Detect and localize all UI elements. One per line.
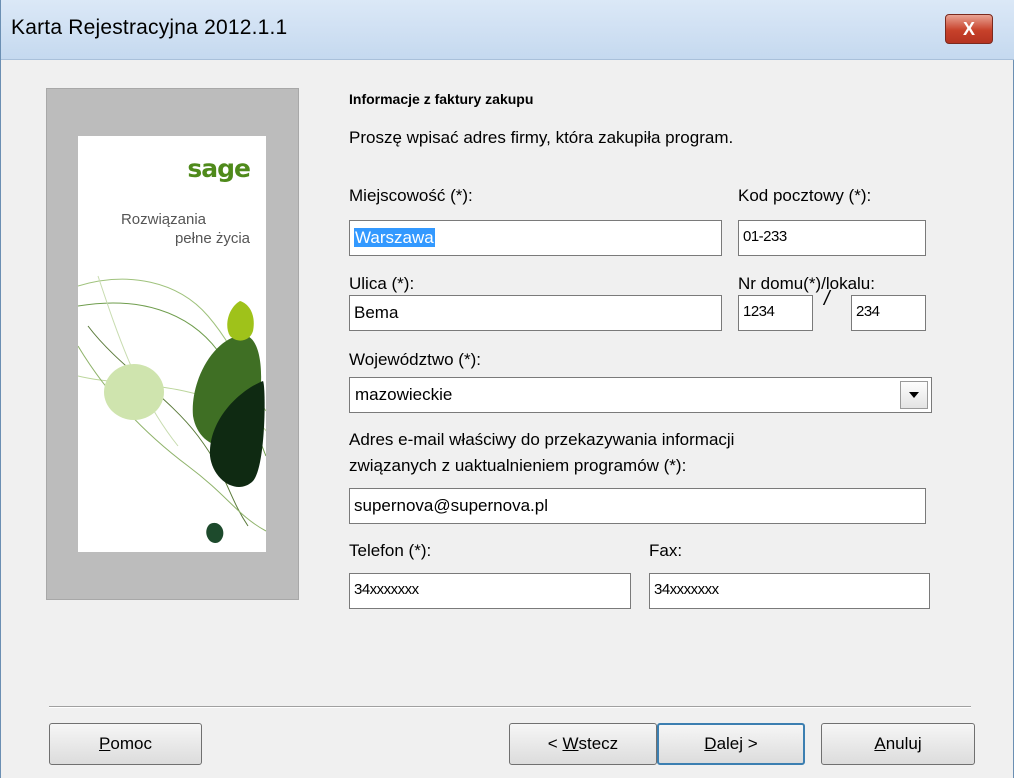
province-select[interactable]: mazowieckie <box>349 377 932 413</box>
decorative-leaves-art <box>78 275 266 544</box>
chevron-down-icon <box>909 392 919 398</box>
sage-banner: sage Rozwiązania pełne życia <box>78 136 266 552</box>
fax-field[interactable]: 34xxxxxxx <box>649 573 930 609</box>
next-mnemonic: D <box>704 734 717 753</box>
title-bar: Karta Rejestracyjna 2012.1.1 X <box>1 0 1014 60</box>
street-field[interactable]: Bema <box>349 295 722 331</box>
side-image-panel: sage Rozwiązania pełne życia <box>46 88 299 600</box>
house-number-field[interactable]: 1234 <box>738 295 813 331</box>
back-prefix: < <box>547 734 563 753</box>
registration-dialog: Karta Rejestracyjna 2012.1.1 X sage Rozw… <box>0 0 1014 778</box>
street-label: Ulica (*): <box>349 274 415 293</box>
flat-number-field[interactable]: 234 <box>851 295 926 331</box>
province-value: mazowieckie <box>355 385 453 404</box>
section-heading: Informacje z faktury zakupu <box>349 91 534 107</box>
tagline-line-1: Rozwiązania <box>120 211 206 228</box>
phone-label: Telefon (*): <box>349 541 432 560</box>
dropdown-button[interactable] <box>900 381 928 409</box>
close-button[interactable]: X <box>945 14 993 44</box>
section-description: Proszę wpisać adres firmy, która zakupił… <box>349 128 734 147</box>
sage-logo: sage <box>187 154 251 183</box>
house-separator: / <box>824 288 830 310</box>
zip-field[interactable]: 01-233 <box>738 220 926 256</box>
back-mnemonic: W <box>562 734 579 753</box>
next-rest: alej > <box>716 734 758 753</box>
email-label-line-1: Adres e-mail właściwy do przekazywania i… <box>349 430 735 449</box>
email-field[interactable]: supernova@supernova.pl <box>349 488 926 524</box>
cancel-button[interactable]: Anuluj <box>821 723 975 765</box>
back-button[interactable]: < Wstecz <box>509 723 657 765</box>
tagline: Rozwiązania pełne życia <box>80 210 250 248</box>
phone-field[interactable]: 34xxxxxxx <box>349 573 631 609</box>
house-number-label: Nr domu(*)/lokalu: <box>738 274 875 293</box>
next-button[interactable]: Dalej > <box>657 723 805 765</box>
fax-label: Fax: <box>649 541 683 560</box>
city-label: Miejscowość (*): <box>349 186 473 205</box>
zip-label: Kod pocztowy (*): <box>738 186 872 205</box>
city-field[interactable]: Warszawa <box>349 220 722 256</box>
tagline-line-2: pełne życia <box>174 230 250 247</box>
email-label-line-2: związanych z uaktualnieniem programów (*… <box>349 456 687 475</box>
help-mnemonic: P <box>99 734 111 753</box>
back-rest: stecz <box>578 734 619 753</box>
city-value: Warszawa <box>354 228 435 247</box>
separator-line <box>49 706 971 708</box>
window-title: Karta Rejestracyjna 2012.1.1 <box>11 16 288 39</box>
cancel-rest: nuluj <box>885 734 922 753</box>
cancel-mnemonic: A <box>874 734 886 753</box>
help-button[interactable]: Pomoc <box>49 723 202 765</box>
dialog-content: sage Rozwiązania pełne życia Informacje … <box>9 60 1007 770</box>
province-label: Województwo (*): <box>349 350 481 369</box>
help-rest: omoc <box>110 734 152 753</box>
close-icon: X <box>962 18 975 39</box>
